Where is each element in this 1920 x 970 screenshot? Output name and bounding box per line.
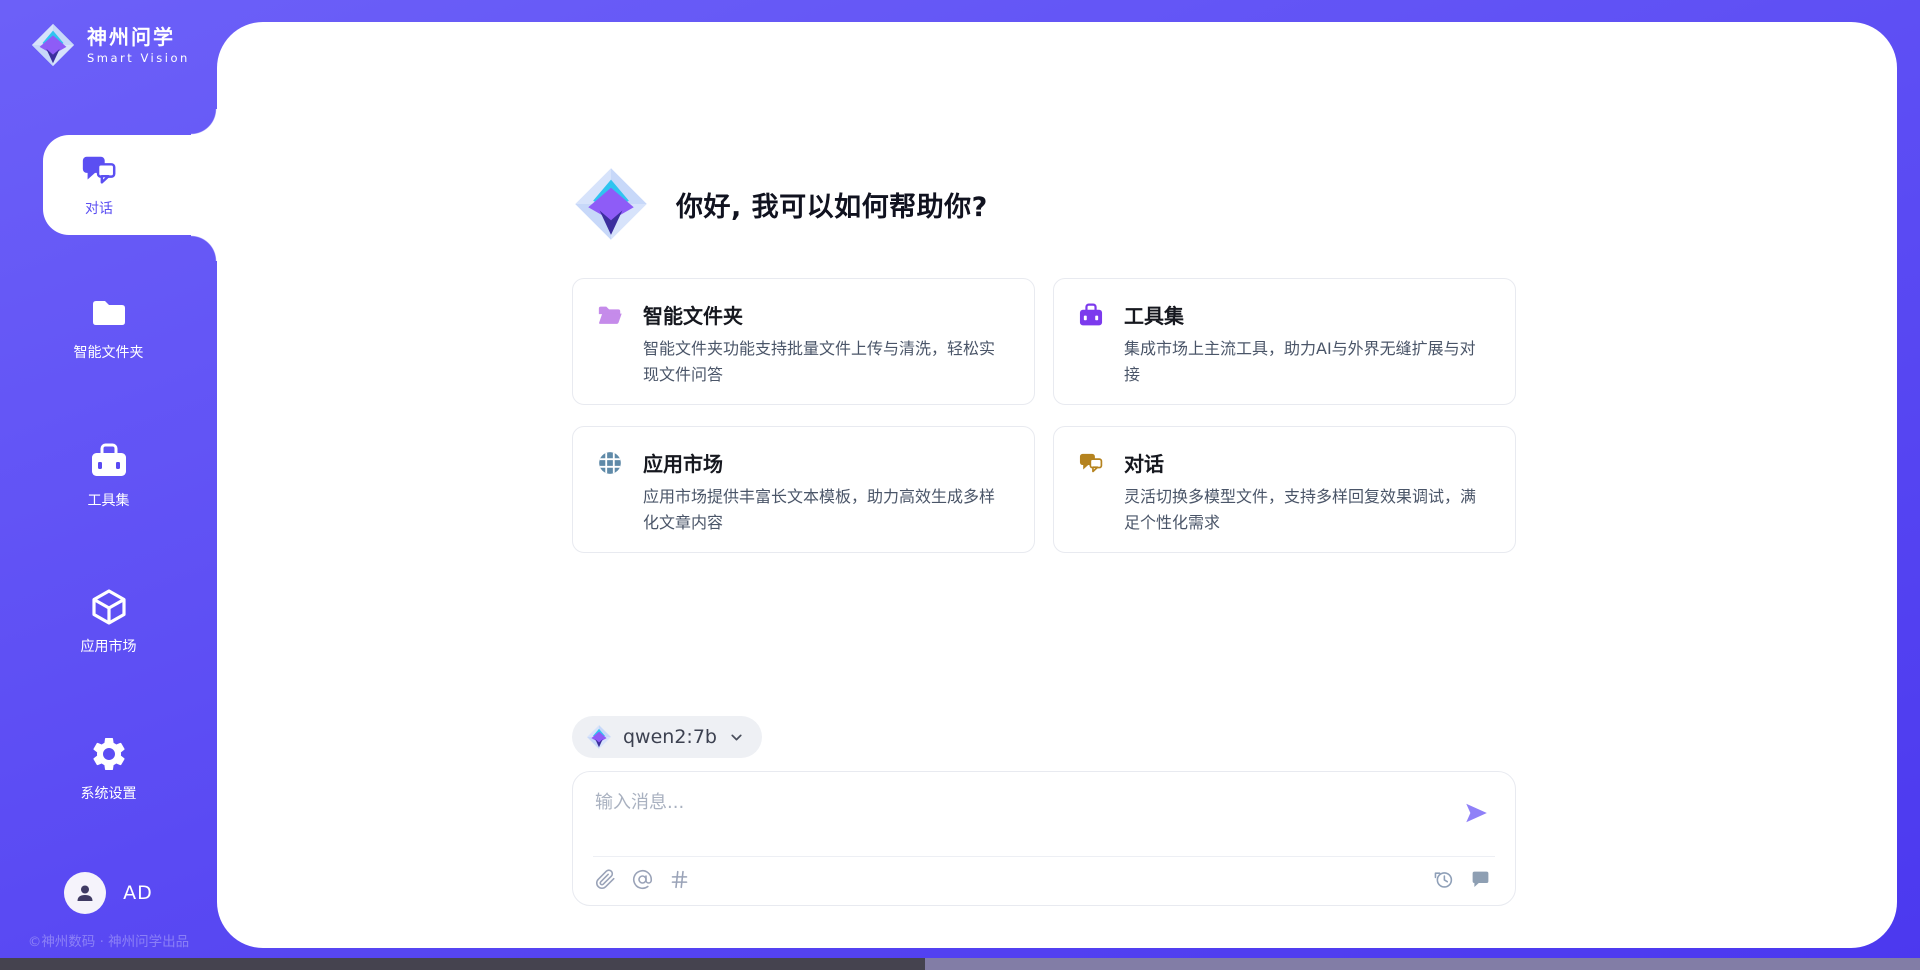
sidebar-item-chat[interactable]: 对话 (43, 135, 218, 235)
composer-tools-left (595, 869, 690, 890)
feature-cards: 智能文件夹 智能文件夹功能支持批量文件上传与清洗，轻松实现文件问答 工具集 集成… (572, 278, 1516, 553)
toolbox-icon (89, 441, 129, 481)
sidebar-item-label: 应用市场 (81, 636, 137, 656)
mention-icon[interactable] (632, 869, 653, 890)
history-icon[interactable] (1433, 869, 1454, 890)
model-selector[interactable]: qwen2:7b (572, 716, 762, 758)
horizontal-scrollbar (0, 958, 1920, 970)
sidebar-item-app-market[interactable]: 应用市场 (0, 587, 217, 656)
chat-icon (1078, 450, 1104, 476)
message-composer (572, 771, 1516, 906)
card-smart-folder[interactable]: 智能文件夹 智能文件夹功能支持批量文件上传与清洗，轻松实现文件问答 (572, 278, 1035, 405)
avatar (64, 872, 106, 914)
card-description: 灵活切换多模型文件，支持多样回复效果调试，满足个性化需求 (1124, 484, 1491, 536)
composer-divider (593, 856, 1495, 857)
user-profile[interactable]: AD (0, 872, 217, 914)
chat-icon (80, 151, 118, 189)
card-description: 智能文件夹功能支持批量文件上传与清洗，轻松实现文件问答 (643, 336, 1010, 388)
greeting-diamond-icon (572, 165, 650, 243)
globe-grid-icon (597, 450, 623, 476)
cube-icon (89, 587, 129, 627)
hashtag-icon[interactable] (669, 869, 690, 890)
card-app-market[interactable]: 应用市场 应用市场提供丰富长文本模板，助力高效生成多样化文章内容 (572, 426, 1035, 553)
card-chat[interactable]: 对话 灵活切换多模型文件，支持多样回复效果调试，满足个性化需求 (1053, 426, 1516, 553)
greeting: 你好, 我可以如何帮助你? (572, 165, 988, 243)
brand-subtitle: Smart Vision (87, 51, 190, 65)
sidebar-item-label: 系统设置 (81, 783, 137, 803)
sidebar-item-settings[interactable]: 系统设置 (0, 734, 217, 803)
card-description: 应用市场提供丰富长文本模板，助力高效生成多样化文章内容 (643, 484, 1010, 536)
card-description: 集成市场上主流工具，助力AI与外界无缝扩展与对接 (1124, 336, 1491, 388)
gear-icon (89, 734, 129, 774)
model-name: qwen2:7b (623, 726, 717, 748)
folder-icon (89, 293, 129, 333)
active-tab-curve-bottom (191, 235, 217, 261)
brand-name: 神州问学 (87, 26, 190, 48)
card-title: 应用市场 (643, 448, 723, 477)
card-title: 对话 (1124, 448, 1164, 477)
copyright-footer: ©神州数码 · 神州问学出品 (0, 930, 217, 950)
sidebar-item-label: 对话 (85, 198, 113, 218)
card-toolset[interactable]: 工具集 集成市场上主流工具，助力AI与外界无缝扩展与对接 (1053, 278, 1516, 405)
chevron-down-icon (728, 729, 745, 746)
send-icon (1463, 800, 1489, 826)
folder-open-icon (597, 302, 623, 328)
chat-bubble-icon[interactable] (1470, 869, 1491, 890)
sidebar-item-smart-folder[interactable]: 智能文件夹 (0, 293, 217, 362)
brand-logo: 神州问学 Smart Vision (30, 22, 190, 68)
greeting-title: 你好, 我可以如何帮助你? (676, 185, 988, 224)
model-diamond-icon (586, 724, 612, 750)
sidebar-item-label: 工具集 (88, 490, 130, 510)
brand-diamond-icon (30, 22, 76, 68)
sidebar-item-toolset[interactable]: 工具集 (0, 441, 217, 510)
active-tab-curve-top (191, 109, 217, 135)
message-input[interactable] (595, 788, 1435, 846)
person-icon (73, 881, 97, 905)
composer-tools-right (1433, 869, 1491, 890)
attachment-icon[interactable] (595, 869, 616, 890)
scrollbar-thumb[interactable] (0, 958, 925, 970)
card-title: 工具集 (1124, 300, 1184, 329)
sidebar-item-label: 智能文件夹 (74, 342, 144, 362)
toolbox-icon (1078, 302, 1104, 328)
sidebar: 神州问学 Smart Vision 对话 智能文件夹 (0, 0, 217, 970)
main-panel: 你好, 我可以如何帮助你? 智能文件夹 智能文件夹功能支持批量文件上传与清洗，轻… (217, 22, 1897, 948)
user-name: AD (123, 882, 153, 904)
card-title: 智能文件夹 (643, 300, 743, 329)
send-button[interactable] (1463, 800, 1489, 826)
